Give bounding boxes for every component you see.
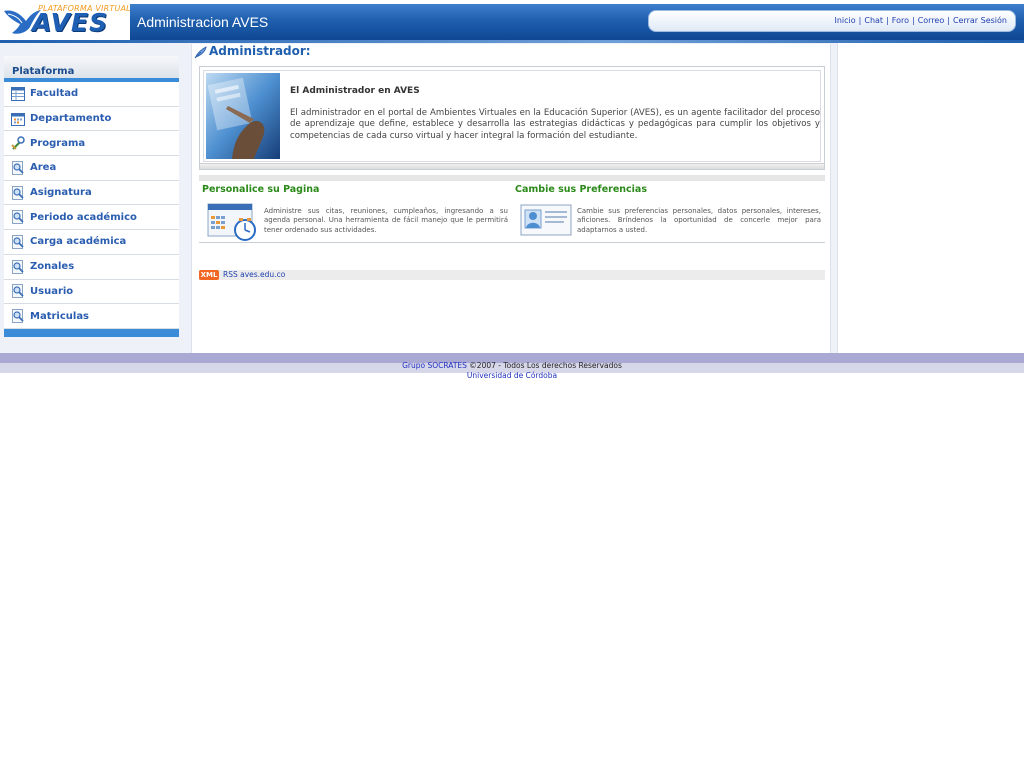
nav-link-foro[interactable]: Foro	[892, 16, 909, 25]
header: PLATAFORMA VIRTUAL AVES Administracion A…	[0, 0, 1024, 44]
footer-bottom-band: Universidad de Córdoba	[0, 363, 1024, 380]
sidebar-item-label: Departamento	[30, 113, 112, 125]
site-title: Administracion AVES	[137, 14, 269, 30]
page-title-row: Administrador:	[192, 44, 830, 60]
intro-image	[206, 73, 280, 159]
nav-link-chat[interactable]: Chat	[864, 16, 883, 25]
table-icon	[4, 86, 30, 102]
nav-separator: |	[886, 16, 889, 25]
sidebar-item-label: Zonales	[30, 261, 75, 273]
sidebar-item-facultad[interactable]: Facultad	[4, 82, 179, 107]
magnifier-doc-icon	[4, 283, 30, 299]
magnifier-doc-icon	[4, 185, 30, 201]
profile-card-icon	[520, 204, 572, 236]
magnifier-doc-icon	[4, 160, 30, 176]
calendar-icon	[4, 111, 30, 127]
top-nav: Inicio | Chat | Foro | Correo | Cerrar Sesión	[648, 10, 1016, 32]
footer-link-universidad[interactable]: Universidad de Córdoba	[467, 371, 557, 380]
intro-inner: El Administrador en AVES El administrado…	[203, 70, 821, 162]
feature-preferences: Cambie sus Preferencias Cambie sus prefe…	[515, 184, 825, 242]
sidebar-item-label: Facultad	[30, 88, 79, 100]
magnifier-doc-icon	[4, 308, 30, 324]
magnifier-doc-icon	[4, 259, 30, 275]
sidebar-item-label: Carga académica	[30, 236, 127, 248]
logo-name: AVES	[32, 8, 109, 37]
feature-title[interactable]: Cambie sus Preferencias	[515, 184, 647, 195]
nav-link-inicio[interactable]: Inicio	[834, 16, 855, 25]
section-divider	[199, 175, 825, 181]
sidebar-item-label: Periodo académico	[30, 211, 137, 223]
footer-top-band: Grupo SOCRATES ©2007 - Todos Los derecho…	[0, 353, 1024, 370]
sidebar-item-programa[interactable]: Programa	[4, 131, 179, 157]
xml-badge[interactable]: XML	[199, 270, 219, 280]
sidebar-item-zonales[interactable]: Zonales	[4, 254, 179, 280]
sidebar: Plataforma Facultad Departamento Program…	[4, 56, 179, 337]
sidebar-heading: Plataforma	[4, 56, 179, 82]
sidebar-footer-bar	[4, 328, 179, 337]
feature-personalize: Personalice su Pagina Administre sus cit…	[202, 184, 512, 242]
rss-link[interactable]: RSS aves.edu.co	[223, 270, 285, 280]
sidebar-item-area[interactable]: Area	[4, 156, 179, 181]
sidebar-item-label: Asignatura	[30, 187, 92, 199]
rss-bar: XML RSS aves.edu.co	[199, 270, 825, 280]
sidebar-item-usuario[interactable]: Usuario	[4, 279, 179, 305]
sidebar-item-label: Matriculas	[30, 310, 90, 322]
feature-description: Cambie sus preferencias personales, dato…	[577, 207, 821, 234]
intro-panel: El Administrador en AVES El administrado…	[199, 66, 825, 170]
intro-panel-bottom	[200, 163, 824, 169]
feature-title[interactable]: Personalice su Pagina	[202, 184, 319, 195]
page-title: Administrador:	[209, 44, 311, 58]
sidebar-item-asignatura[interactable]: Asignatura	[4, 180, 179, 206]
features-divider	[199, 242, 825, 243]
sidebar-item-label: Usuario	[30, 285, 74, 297]
header-bar: Administracion AVES Inicio | Chat | Foro | Cor…	[130, 4, 1024, 40]
nav-link-cerrar-sesion[interactable]: Cerrar Sesión	[953, 16, 1007, 25]
calendar-clock-icon	[207, 203, 256, 241]
nav-links: Inicio | Chat | Foro | Correo | Cerrar Sesión	[834, 16, 1007, 25]
intro-heading: El Administrador en AVES	[290, 86, 420, 96]
footer-university: Universidad de Córdoba	[467, 371, 557, 380]
nav-separator: |	[911, 16, 915, 25]
intro-text: El administrador en el portal de Ambient…	[290, 108, 820, 141]
sidebar-item-carga-academica[interactable]: Carga académica	[4, 230, 179, 255]
magnifier-doc-icon	[4, 209, 30, 225]
sidebar-item-matriculas[interactable]: Matriculas	[4, 304, 179, 329]
feather-pen-icon	[194, 46, 207, 59]
sidebar-item-departamento[interactable]: Departamento	[4, 106, 179, 132]
footer-link-grupo-socrates[interactable]: Grupo SOCRATES	[402, 361, 467, 370]
feature-description: Administre sus citas, reuniones, cumplea…	[264, 207, 508, 234]
magnifier-doc-icon	[4, 234, 30, 250]
nav-link-correo[interactable]: Correo	[918, 16, 945, 25]
sidebar-item-label: Area	[30, 162, 57, 174]
sidebar-item-label: Programa	[30, 137, 86, 149]
tools-icon	[4, 135, 30, 151]
main-content: Administrador: El Administrador en AVES …	[191, 44, 831, 353]
footer: Grupo SOCRATES ©2007 - Todos Los derecho…	[0, 353, 1024, 380]
logo[interactable]: PLATAFORMA VIRTUAL AVES	[0, 0, 131, 40]
sidebar-item-periodo-academico[interactable]: Periodo académico	[4, 205, 179, 231]
nav-separator: |	[947, 16, 950, 25]
